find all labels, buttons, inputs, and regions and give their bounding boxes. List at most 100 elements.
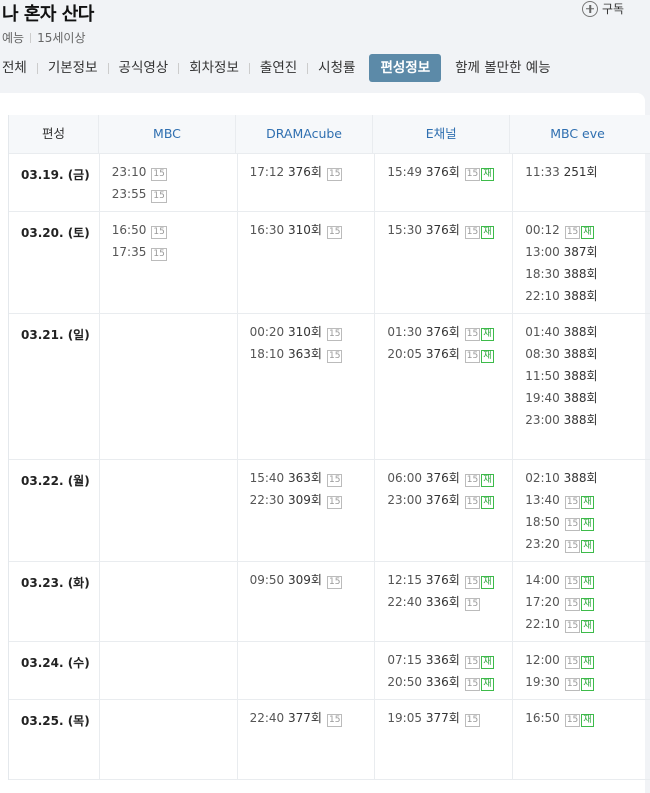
age-rating-badge: 15 <box>464 226 481 239</box>
episode-number[interactable]: 388회 <box>564 267 598 281</box>
broadcast-entry[interactable]: 11:33 251회 <box>525 164 650 186</box>
broadcast-entry[interactable]: 22:10 15 재 <box>525 616 650 638</box>
broadcast-entry[interactable]: 22:40 336회 15 <box>387 594 512 616</box>
broadcast-entry[interactable]: 16:30 310회 15 <box>250 222 375 244</box>
episode-number[interactable]: 376회 <box>426 573 460 587</box>
episode-number[interactable]: 376회 <box>288 165 322 179</box>
column-header-channel[interactable]: MBC eve <box>510 115 650 153</box>
broadcast-entry[interactable]: 11:50 388회 <box>525 368 650 390</box>
tab-1[interactable]: 기본정보 <box>38 54 108 82</box>
age-rating-badge: 15 <box>326 576 343 589</box>
date-label: 03.25. (목) <box>21 714 90 728</box>
program-genre[interactable]: 예능 <box>2 31 24 45</box>
episode-number[interactable]: 310회 <box>288 325 322 339</box>
column-header-channel[interactable]: DRAMAcube <box>236 115 374 153</box>
broadcast-time: 23:20 <box>525 537 560 551</box>
age-rating-badge: 15 <box>326 350 343 363</box>
broadcast-entry[interactable]: 14:00 15 재 <box>525 572 650 594</box>
broadcast-entry[interactable]: 22:30 309회 15 <box>250 492 375 514</box>
broadcast-entry[interactable]: 17:20 15 재 <box>525 594 650 616</box>
episode-number[interactable]: 376회 <box>426 493 460 507</box>
broadcast-entry[interactable]: 13:00 387회 <box>525 244 650 266</box>
episode-number[interactable]: 377회 <box>426 711 460 725</box>
broadcast-entry[interactable]: 07:15 336회 15 재 <box>387 652 512 674</box>
tab-4[interactable]: 출연진 <box>250 54 307 82</box>
broadcast-entry[interactable]: 19:30 15 재 <box>525 674 650 696</box>
broadcast-entry[interactable]: 15:40 363회 15 <box>250 470 375 492</box>
rerun-badge: 재 <box>481 328 494 341</box>
broadcast-entry[interactable]: 15:30 376회 15 재 <box>387 222 512 244</box>
broadcast-entry[interactable]: 23:55 15 <box>112 186 237 208</box>
broadcast-time: 01:40 <box>525 325 560 339</box>
column-header-channel[interactable]: E채널 <box>373 115 511 153</box>
episode-number[interactable]: 376회 <box>426 325 460 339</box>
broadcast-entry[interactable]: 01:30 376회 15 재 <box>387 324 512 346</box>
broadcast-entry[interactable]: 08:30 388회 <box>525 346 650 368</box>
episode-number[interactable]: 376회 <box>426 223 460 237</box>
episode-number[interactable]: 310회 <box>288 223 322 237</box>
schedule-cell: 02:10 388회 13:40 15 재 18:50 15 재 23:20 15 재 <box>513 460 650 561</box>
broadcast-entry[interactable]: 19:05 377회 15 <box>387 710 512 732</box>
tab-7[interactable]: 함께 볼만한 예능 <box>445 54 561 82</box>
episode-number[interactable]: 388회 <box>564 471 598 485</box>
column-header-channel[interactable]: MBC <box>99 115 237 153</box>
broadcast-entry[interactable]: 12:00 15 재 <box>525 652 650 674</box>
broadcast-entry[interactable]: 22:40 377회 15 <box>250 710 375 732</box>
tab-3[interactable]: 회차정보 <box>179 54 249 82</box>
broadcast-entry[interactable]: 23:10 15 <box>112 164 237 186</box>
broadcast-entry[interactable]: 23:20 15 재 <box>525 536 650 558</box>
tab-5[interactable]: 시청률 <box>308 54 365 82</box>
episode-number[interactable]: 388회 <box>564 369 598 383</box>
broadcast-entry[interactable]: 23:00 388회 <box>525 412 650 434</box>
episode-number[interactable]: 377회 <box>288 711 322 725</box>
broadcast-entry[interactable]: 16:50 15 재 <box>525 710 650 732</box>
broadcast-entry[interactable]: 23:00 376회 15 재 <box>387 492 512 514</box>
broadcast-time: 16:30 <box>249 223 285 237</box>
episode-number[interactable]: 387회 <box>564 245 598 259</box>
episode-number[interactable]: 376회 <box>426 471 460 485</box>
episode-number[interactable]: 388회 <box>564 391 598 405</box>
broadcast-entry[interactable]: 16:50 15 <box>112 222 237 244</box>
broadcast-entry[interactable]: 06:00 376회 15 재 <box>387 470 512 492</box>
broadcast-time: 23:00 <box>525 413 560 427</box>
episode-number[interactable]: 376회 <box>426 347 460 361</box>
broadcast-entry[interactable]: 01:40 388회 <box>525 324 650 346</box>
tab-6[interactable]: 편성정보 <box>369 54 442 82</box>
episode-number[interactable]: 388회 <box>564 325 598 339</box>
subscribe-button[interactable]: 구독 <box>582 0 624 17</box>
broadcast-entry[interactable]: 18:50 15 재 <box>525 514 650 536</box>
broadcast-entry[interactable]: 13:40 15 재 <box>525 492 650 514</box>
broadcast-entry[interactable]: 02:10 388회 <box>525 470 650 492</box>
broadcast-entry[interactable]: 09:50 309회 15 <box>250 572 375 594</box>
episode-number[interactable]: 251회 <box>564 165 598 179</box>
broadcast-entry[interactable]: 22:10 388회 <box>525 288 650 310</box>
episode-number[interactable]: 388회 <box>564 413 598 427</box>
episode-number[interactable]: 363회 <box>288 471 322 485</box>
episode-number[interactable]: 309회 <box>288 493 322 507</box>
episode-number[interactable]: 336회 <box>426 675 460 689</box>
date-cell: 03.25. (목) <box>9 700 100 779</box>
broadcast-entry[interactable]: 18:30 388회 <box>525 266 650 288</box>
episode-number[interactable]: 363회 <box>288 347 322 361</box>
broadcast-entry[interactable]: 19:40 388회 <box>525 390 650 412</box>
broadcast-entry[interactable]: 15:49 376회 15 재 <box>387 164 512 186</box>
broadcast-time: 08:30 <box>525 347 560 361</box>
broadcast-entry[interactable]: 17:35 15 <box>112 244 237 266</box>
episode-number[interactable]: 388회 <box>564 347 598 361</box>
broadcast-entry[interactable]: 20:05 376회 15 재 <box>387 346 512 368</box>
episode-number[interactable]: 336회 <box>426 595 460 609</box>
broadcast-entry[interactable]: 12:15 376회 15 재 <box>387 572 512 594</box>
episode-number[interactable]: 376회 <box>426 165 460 179</box>
broadcast-entry[interactable]: 00:20 310회 15 <box>250 324 375 346</box>
broadcast-entry[interactable]: 00:12 15 재 <box>525 222 650 244</box>
broadcast-entry[interactable]: 17:12 376회 15 <box>250 164 375 186</box>
broadcast-entry[interactable]: 18:10 363회 15 <box>250 346 375 368</box>
tab-0[interactable]: 전체 <box>0 54 37 82</box>
table-row: 03.23. (화) 09:50 309회 15 12:15 376회 15 재 22:40… <box>9 562 650 642</box>
episode-number[interactable]: 388회 <box>564 289 598 303</box>
tab-2[interactable]: 공식영상 <box>109 54 179 82</box>
schedule-cell: 22:40 377회 15 <box>238 700 376 779</box>
episode-number[interactable]: 309회 <box>288 573 322 587</box>
broadcast-entry[interactable]: 20:50 336회 15 재 <box>387 674 512 696</box>
episode-number[interactable]: 336회 <box>426 653 460 667</box>
